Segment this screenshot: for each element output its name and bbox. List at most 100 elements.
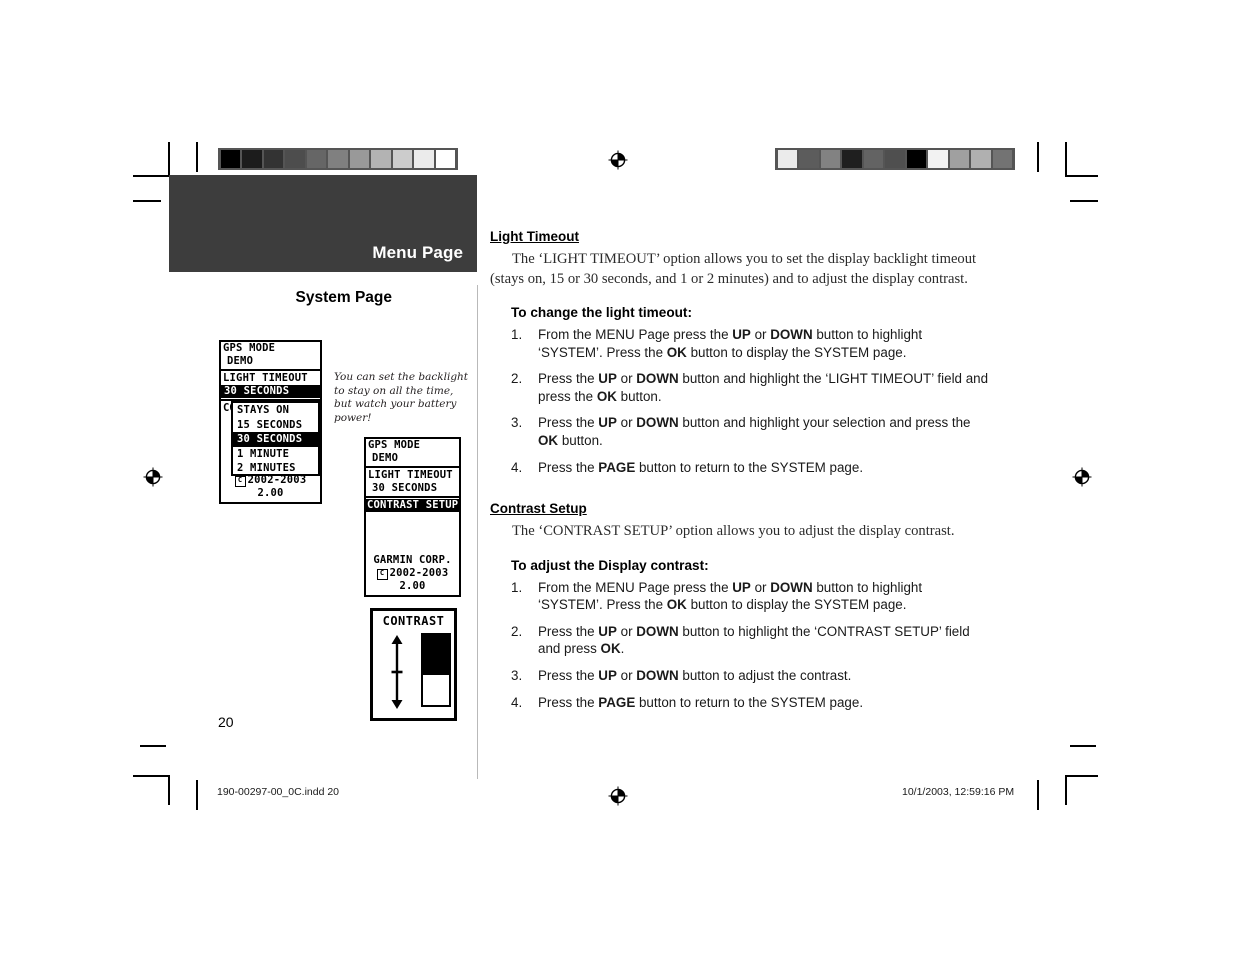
crop-mark-br-corner-horizontal: [1065, 775, 1098, 777]
step-text: or: [750, 579, 771, 595]
crop-mark-tr-corner-vertical: [1065, 142, 1067, 177]
subhead-change-light-timeout: To change the light timeout:: [511, 305, 692, 320]
page-title: System Page: [295, 289, 393, 306]
right-cal-swatch-9: [971, 150, 991, 168]
gps-mode-value: DEMO: [227, 355, 254, 367]
contrast-level-slider[interactable]: [421, 633, 451, 707]
page-number: 20: [218, 714, 234, 730]
screenshot-contrast-adjust-dialog: CONTRAST: [370, 608, 457, 721]
crop-mark-tr-bleed-horizontal: [1070, 200, 1098, 202]
left-cal-swatch-10: [435, 150, 455, 168]
heading-light-timeout: Light Timeout: [490, 229, 579, 244]
crop-mark-tr-corner-horizontal: [1065, 175, 1098, 177]
step-number: 1.: [511, 327, 523, 342]
step-keyword: OK: [600, 641, 621, 657]
step-item: 3. Press the UP or DOWN button to adjust …: [490, 667, 990, 685]
step-keyword: UP: [598, 415, 617, 431]
crop-mark-tl-bleed-horizontal: [133, 200, 161, 202]
popup-option-stays-on[interactable]: STAYS ON: [233, 403, 318, 418]
left-cal-swatch-0: [221, 150, 241, 168]
right-cal-swatch-3: [842, 150, 862, 168]
color-calibration-bar-left: [218, 148, 458, 170]
left-cal-swatch-9: [414, 150, 434, 168]
step-text: or: [616, 668, 637, 684]
footer-timestamp: 10/1/2003, 12:59:16 PM: [902, 786, 1015, 798]
step-number: 4.: [511, 459, 523, 475]
step-text: Press the: [538, 668, 599, 684]
column-divider: [477, 285, 478, 779]
step-text: button to display the SYSTEM page.: [686, 344, 907, 360]
contrast-dialog-title: CONTRAST: [382, 614, 445, 628]
step-keyword: DOWN: [770, 579, 813, 595]
step-keyword: DOWN: [636, 415, 679, 431]
sidenote-backlight-tip: You can set the backlight to stay on all…: [334, 371, 469, 424]
right-cal-swatch-5: [885, 150, 905, 168]
manual-page: Menu Page System Page GPS MODE DEMO LIGH…: [0, 0, 1235, 954]
contrast-setup-field-highlighted[interactable]: CONTRAST SETUP: [366, 499, 459, 512]
footer-rule-left: [196, 780, 198, 808]
section-light-timeout: Light Timeout The ‘LIGHT TIMEOUT’ option…: [490, 228, 990, 476]
step-number: 3.: [511, 668, 523, 684]
color-calibration-bar-right: [775, 148, 1015, 170]
light-timeout-label-2: LIGHT TIMEOUT: [368, 469, 453, 481]
screenshot-system-page-light-timeout: GPS MODE DEMO LIGHT TIMEOUT 30 SECONDS C…: [219, 340, 322, 504]
step-item: 3. Press the UP or DOWN button and highli…: [490, 414, 990, 449]
right-cal-swatch-8: [949, 150, 970, 168]
crop-mark-br-corner-vertical: [1065, 775, 1067, 805]
step-text: From the MENU Page press the: [538, 327, 733, 342]
step-item: 2. Press the UP or DOWN button to highlig…: [490, 623, 990, 658]
step-text: Press the: [538, 415, 599, 431]
paragraph-contrast-setup: The ‘CONTRAST SETUP’ option allows you t…: [512, 523, 955, 540]
popup-option-30-seconds[interactable]: 30 SECONDS: [233, 432, 318, 447]
paragraph-light-timeout: The ‘LIGHT TIMEOUT’ option allows you to…: [490, 251, 977, 287]
left-cal-swatch-5: [328, 150, 348, 168]
subhead-adjust-display-contrast: To adjust the Display contrast:: [511, 557, 709, 573]
copyright-icon: C: [234, 476, 246, 487]
step-text: Press the: [538, 623, 599, 639]
crop-mark-bl-corner-horizontal: [133, 775, 169, 777]
step-number: 2.: [511, 623, 523, 639]
step-item: 1. From the MENU Page press the UP or DOW…: [490, 579, 990, 614]
contrast-level-fill: [423, 635, 449, 675]
step-text: button to return to the SYSTEM page.: [635, 694, 864, 710]
firmware-version: 2.00: [257, 487, 284, 499]
step-keyword: UP: [598, 371, 617, 387]
step-text: button to return to the SYSTEM page.: [635, 459, 864, 475]
step-text: Press the: [538, 459, 599, 475]
step-text: or: [616, 371, 637, 387]
step-item: 2. Press the UP or DOWN button and highli…: [490, 370, 990, 405]
step-number: 4.: [511, 694, 523, 710]
light-timeout-value-2[interactable]: 30 SECONDS: [366, 482, 459, 495]
light-timeout-option-popup[interactable]: STAYS ON 15 SECONDS 30 SECONDS 1 MINUTE …: [231, 401, 320, 476]
step-keyword: PAGE: [598, 694, 636, 710]
crop-mark-tr-vertical: [1037, 142, 1039, 172]
copyright-years-2: 2002-2003: [389, 567, 449, 579]
steps-list-light-timeout: 1. From the MENU Page press the UP or DOW…: [490, 326, 990, 476]
step-keyword: DOWN: [636, 623, 679, 639]
left-cal-swatch-4: [306, 150, 327, 168]
light-timeout-value[interactable]: 30 SECONDS: [221, 385, 320, 398]
left-cal-swatch-8: [392, 150, 413, 168]
chapter-title: Menu Page: [372, 243, 463, 262]
step-keyword: PAGE: [598, 459, 636, 475]
step-text: or: [616, 415, 637, 431]
crop-mark-br-horizontal: [1070, 745, 1096, 747]
chapter-header-band: Menu Page: [169, 175, 477, 272]
popup-option-1-minute[interactable]: 1 MINUTE: [233, 447, 318, 462]
step-keyword: OK: [666, 597, 687, 613]
right-cal-swatch-7: [928, 150, 948, 168]
popup-option-2-minutes[interactable]: 2 MINUTES: [233, 461, 318, 476]
section-contrast-setup: Contrast Setup The ‘CONTRAST SETUP’ opti…: [490, 500, 990, 711]
step-text: Press the: [538, 694, 599, 710]
step-number: 1.: [511, 579, 523, 595]
screenshot-system-page-contrast-setup: GPS MODE DEMO LIGHT TIMEOUT 30 SECONDS C…: [364, 437, 461, 597]
left-cal-swatch-2: [263, 150, 284, 168]
step-keyword: OK: [596, 388, 617, 404]
step-keyword: UP: [732, 327, 751, 342]
step-item: 1. From the MENU Page press the UP or DOW…: [490, 326, 990, 361]
gps-firmware-footer-2: GARMIN CORP. C 2002-2003 2.00: [366, 554, 459, 593]
popup-option-15-seconds[interactable]: 15 SECONDS: [233, 418, 318, 433]
copyright-line-2: C 2002-2003: [366, 567, 459, 580]
contrast-dialog-body: [373, 633, 454, 711]
footer-rule-right: [1037, 780, 1039, 808]
